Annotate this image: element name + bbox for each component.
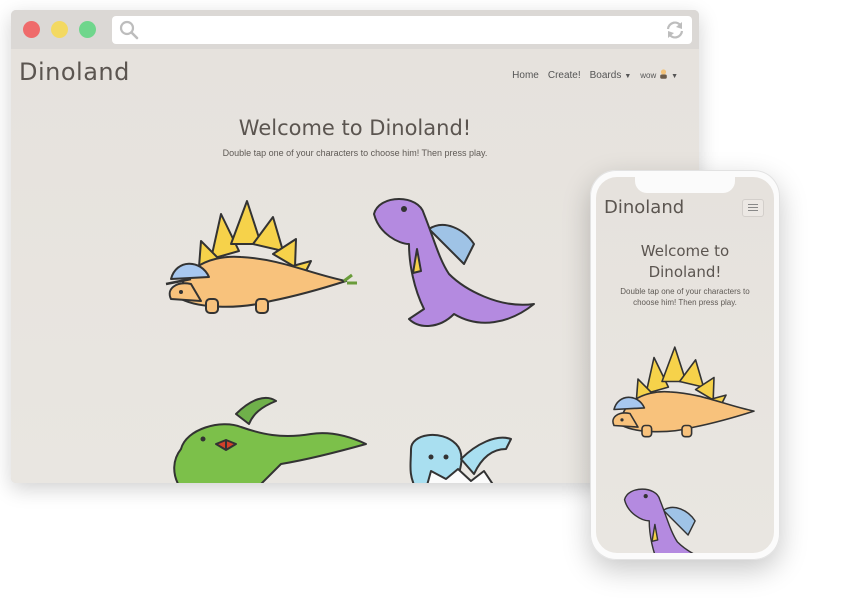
caret-down-icon: ▼ bbox=[671, 73, 678, 80]
mobile-stegosaurus-character[interactable] bbox=[606, 337, 766, 442]
phone-notch bbox=[635, 177, 735, 193]
welcome-heading: Welcome to Dinoland! bbox=[238, 116, 472, 140]
parasaurolophus-character[interactable] bbox=[161, 389, 371, 483]
nav-boards-dropdown[interactable]: Boards ▼ bbox=[590, 70, 632, 81]
search-icon bbox=[119, 20, 139, 40]
mobile-welcome-instructions: Double tap one of your characters to cho… bbox=[620, 287, 750, 307]
nav-home-link[interactable]: Home bbox=[512, 70, 539, 81]
maximize-window-button[interactable] bbox=[79, 21, 96, 38]
mobile-spinosaurus-character[interactable] bbox=[621, 482, 741, 553]
brand-logo[interactable]: Dinoland bbox=[19, 58, 130, 86]
user-avatar-icon bbox=[660, 69, 667, 79]
baby-dino-in-egg-character[interactable] bbox=[396, 419, 526, 483]
nav-boards-label: Boards bbox=[589, 69, 622, 81]
welcome-instructions: Double tap one of your characters to cho… bbox=[222, 148, 488, 158]
close-window-button[interactable] bbox=[23, 21, 40, 38]
reload-icon[interactable] bbox=[664, 19, 686, 41]
minimize-window-button[interactable] bbox=[51, 21, 68, 38]
mobile-brand-logo[interactable]: Dinoland bbox=[604, 197, 684, 218]
mobile-welcome-heading: Welcome to Dinoland! bbox=[640, 242, 730, 281]
hamburger-menu-icon[interactable] bbox=[742, 199, 764, 217]
nav-user-label: wow bbox=[640, 71, 657, 80]
mobile-page: Dinoland Welcome to Dinoland! Double tap… bbox=[596, 177, 774, 553]
main-nav: Home Create! Boards ▼ wow ▼ bbox=[512, 69, 678, 81]
browser-toolbar bbox=[11, 10, 699, 49]
nav-create-link[interactable]: Create! bbox=[548, 70, 581, 81]
stegosaurus-character[interactable] bbox=[161, 189, 361, 319]
caret-down-icon: ▼ bbox=[624, 72, 632, 80]
nav-user-dropdown[interactable]: wow ▼ bbox=[640, 69, 678, 81]
spinosaurus-character[interactable] bbox=[369, 189, 539, 339]
mobile-device: Dinoland Welcome to Dinoland! Double tap… bbox=[590, 170, 780, 560]
address-bar[interactable] bbox=[112, 16, 692, 44]
